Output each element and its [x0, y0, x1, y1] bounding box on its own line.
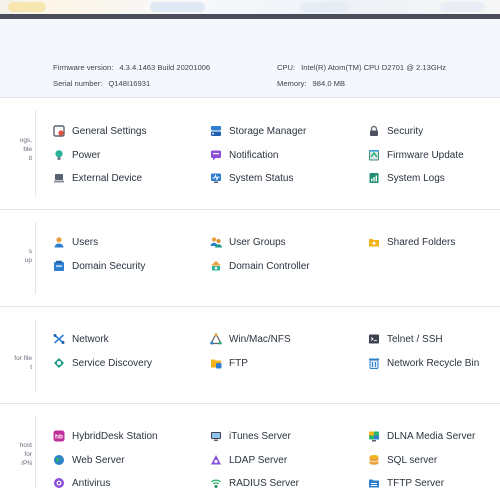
firmware-version: Firmware version: 4.3.4.1463 Build 202010…	[53, 63, 210, 72]
sql-server-item[interactable]: SQL server	[368, 452, 437, 468]
serial-label: Serial number:	[53, 79, 103, 88]
memory-label: Memory:	[277, 79, 307, 88]
service-discovery-item[interactable]: Service Discovery	[53, 355, 152, 371]
network-recycle-bin-item[interactable]: Network Recycle Bin	[368, 355, 479, 371]
security-item[interactable]: Security	[368, 123, 423, 139]
cpu-label: CPU:	[277, 63, 296, 72]
ftp-item[interactable]: FTP	[210, 355, 248, 371]
section-description: s up	[24, 248, 32, 264]
system-status-icon	[210, 172, 222, 184]
win-mac-nfs-item[interactable]: Win/Mac/NFS	[210, 331, 291, 347]
storage-manager-item[interactable]: Storage Manager	[210, 123, 306, 139]
domain-controller-item[interactable]: Domain Controller	[210, 258, 310, 274]
external-device-icon	[53, 172, 65, 184]
user-groups-item[interactable]: User Groups	[210, 234, 286, 250]
firmware-update-item[interactable]: Firmware Update	[368, 147, 464, 163]
web-server-item[interactable]: Web Server	[53, 452, 125, 468]
cpu-value: Intel(R) Atom(TM) CPU D2701 @ 2.13GHz	[301, 63, 447, 72]
notification-item[interactable]: Notification	[210, 147, 278, 163]
network-icon	[53, 333, 65, 345]
section-divider	[35, 110, 36, 197]
memory-info: Memory: 984.0 MB	[277, 79, 345, 88]
storage-manager-icon	[210, 125, 222, 137]
sql-server-icon	[368, 454, 380, 466]
recycle-bin-icon	[368, 357, 380, 369]
antivirus-item[interactable]: Antivirus	[53, 475, 110, 491]
itunes-server-item[interactable]: iTunes Server	[210, 428, 291, 444]
section-system: ngs, ble it General Settings Storage Man…	[0, 98, 500, 210]
domain-security-item[interactable]: Domain Security	[53, 258, 145, 274]
shared-folders-item[interactable]: Shared Folders	[368, 234, 455, 250]
user-groups-icon	[210, 236, 222, 248]
section-description: host for /PN	[19, 442, 32, 467]
general-settings-icon	[53, 125, 65, 137]
firmware-value: 4.3.4.1463 Build 20201006	[119, 63, 211, 72]
users-item[interactable]: Users	[53, 234, 98, 250]
system-logs-item[interactable]: System Logs	[368, 170, 445, 186]
section-divider	[35, 319, 36, 391]
system-info-panel: Firmware version: 4.3.4.1463 Build 202010…	[0, 19, 500, 98]
serial-value: Q148I16931	[108, 79, 151, 88]
memory-value: 984.0 MB	[312, 79, 346, 88]
section-network-file-services: for file t Network Win/Mac/NFS Telnet / …	[0, 307, 500, 404]
win-mac-nfs-icon	[210, 333, 222, 345]
section-divider	[35, 416, 36, 488]
itunes-server-icon	[210, 430, 222, 442]
firmware-update-icon	[368, 149, 380, 161]
ftp-icon	[210, 357, 222, 369]
section-description: for file t	[14, 355, 32, 371]
system-logs-icon	[368, 172, 380, 184]
serial-number: Serial number: Q148I16931	[53, 79, 150, 88]
dlna-media-server-item[interactable]: DLNA Media Server	[368, 428, 475, 444]
firmware-label: Firmware version:	[53, 63, 114, 72]
radius-server-icon	[210, 477, 222, 489]
domain-security-icon	[53, 260, 65, 272]
domain-controller-icon	[210, 260, 222, 272]
power-item[interactable]: Power	[53, 147, 100, 163]
tftp-server-item[interactable]: TFTP Server	[368, 475, 444, 491]
power-bulb-icon	[53, 149, 65, 161]
tftp-server-icon	[368, 477, 380, 489]
user-icon	[53, 236, 65, 248]
terminal-icon	[368, 333, 380, 345]
shared-folders-icon	[368, 236, 380, 248]
hybriddesk-station-item[interactable]: hb HybridDesk Station	[53, 428, 158, 444]
section-applications: host for /PN hb HybridDesk Station iTune…	[0, 404, 500, 500]
ldap-server-icon	[210, 454, 222, 466]
telnet-ssh-item[interactable]: Telnet / SSH	[368, 331, 443, 347]
external-device-item[interactable]: External Device	[53, 170, 142, 186]
antivirus-icon	[53, 477, 65, 489]
radius-server-item[interactable]: RADIUS Server	[210, 475, 299, 491]
cpu-info: CPU: Intel(R) Atom(TM) CPU D2701 @ 2.13GH…	[277, 63, 446, 72]
section-description: ngs, ble it	[19, 137, 32, 162]
ldap-server-item[interactable]: LDAP Server	[210, 452, 287, 468]
desktop-background-strip	[0, 0, 500, 14]
general-settings-item[interactable]: General Settings	[53, 123, 147, 139]
web-server-icon	[53, 454, 65, 466]
lock-icon	[368, 125, 380, 137]
system-status-item[interactable]: System Status	[210, 170, 293, 186]
dlna-media-server-icon	[368, 430, 380, 442]
network-item[interactable]: Network	[53, 331, 109, 347]
section-privilege: s up Users User Groups Shared Folders Do…	[0, 210, 500, 307]
notification-icon	[210, 149, 222, 161]
service-discovery-icon	[53, 357, 65, 369]
svg-text:hb: hb	[55, 434, 63, 441]
hybriddesk-icon: hb	[53, 430, 65, 442]
section-divider	[35, 222, 36, 294]
